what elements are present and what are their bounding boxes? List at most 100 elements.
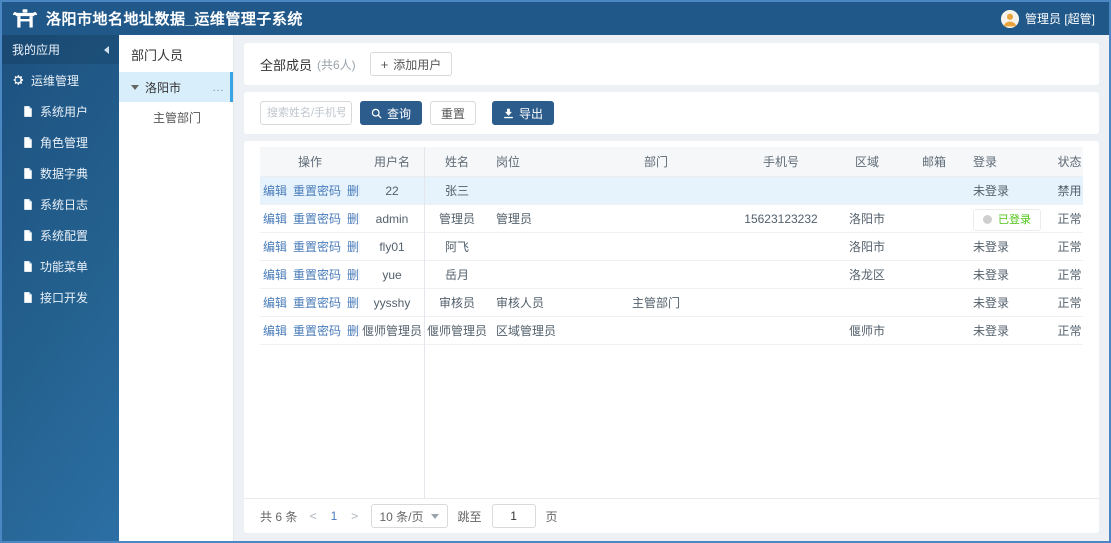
- user-menu[interactable]: 管理员 [超管]: [1000, 9, 1095, 28]
- sidebar: 我的应用 运维管理 系统用户角色管理数据字典系统日志系统配置功能菜单 接口开发: [2, 35, 119, 541]
- ellipsis-icon[interactable]: …: [212, 80, 225, 94]
- cell-dept: [586, 261, 726, 289]
- cell-username: 22: [385, 184, 399, 198]
- reset-password-link[interactable]: 重置密码: [293, 296, 341, 310]
- column-header-name: 姓名: [444, 155, 469, 169]
- column-header-username: 用户名: [373, 155, 410, 169]
- column-header-status: 状态: [1057, 155, 1082, 169]
- reset-password-link[interactable]: 重置密码: [293, 268, 341, 282]
- sidebar-item-function-menu[interactable]: 功能菜单: [2, 251, 119, 282]
- document-icon: [24, 106, 32, 117]
- table-row[interactable]: 编辑重置密码删除 admin 管理员 管理员 15623123232 洛阳市 已…: [260, 205, 1083, 233]
- collapse-arrow-icon[interactable]: [104, 45, 109, 54]
- sidebar-item-label: 系统用户: [40, 105, 89, 119]
- table-header: 操作 用户名 姓名 岗位 部门 手机号 区域 邮箱 登录 状态: [260, 147, 1083, 177]
- cell-email: [898, 317, 970, 345]
- cell-post: 审核人员: [496, 296, 545, 310]
- prev-page-button[interactable]: <: [307, 509, 318, 523]
- cell-actions: 编辑重置密码删除: [260, 177, 360, 205]
- sidebar-item-label: 数据字典: [40, 167, 89, 181]
- cell-login: 已登录: [970, 205, 1056, 233]
- cell-dept: [586, 177, 726, 205]
- users-table-card: 操作用户名姓名岗位部门手机号区域邮箱登录状态 编辑重置密码删除 22 张三 未登…: [244, 141, 1099, 533]
- sidebar-group-ops-management[interactable]: 运维管理: [2, 64, 119, 96]
- cell-dept: [586, 233, 726, 261]
- caret-down-icon[interactable]: [131, 84, 139, 90]
- cell-name: 岳月: [444, 268, 469, 282]
- cell-post: [490, 233, 586, 261]
- cell-dept: 主管部门: [631, 296, 680, 310]
- document-icon: [24, 292, 32, 303]
- table-row[interactable]: 编辑重置密码删除 yysshy 审核员 审核人员 主管部门 未登录 正常: [260, 289, 1083, 317]
- status-dot-icon: [983, 215, 992, 225]
- delete-link[interactable]: 删除: [347, 184, 360, 198]
- sidebar-item-data-dictionary[interactable]: 数据字典: [2, 158, 119, 189]
- reset-button[interactable]: 重置: [430, 101, 477, 125]
- cell-login: 未登录: [973, 184, 1010, 198]
- cell-post: 管理员: [496, 212, 533, 226]
- sidebar-item-system-config[interactable]: 系统配置: [2, 220, 119, 251]
- tree-node-luoyang[interactable]: 洛阳市 …: [119, 72, 233, 102]
- cell-phone: [726, 261, 836, 289]
- delete-link[interactable]: 删除: [347, 212, 360, 226]
- edit-link[interactable]: 编辑: [263, 268, 287, 282]
- next-page-button[interactable]: >: [349, 509, 360, 523]
- page-size-select[interactable]: 10 条/页: [370, 504, 448, 528]
- cell-username: admin: [375, 212, 409, 226]
- total-count: 共 6 条: [260, 509, 298, 524]
- sidebar-item-system-users[interactable]: 系统用户: [2, 96, 119, 127]
- sidebar-apps-header[interactable]: 我的应用: [2, 35, 119, 64]
- members-toolbar: 全部成员 (共6人) + 添加用户: [244, 43, 1099, 85]
- column-header-phone: 手机号: [762, 155, 799, 169]
- edit-link[interactable]: 编辑: [263, 296, 287, 310]
- edit-link[interactable]: 编辑: [263, 184, 287, 198]
- chevron-down-icon: [430, 513, 439, 519]
- table-row[interactable]: 编辑重置密码删除 22 张三 未登录 禁用: [260, 177, 1083, 205]
- current-page[interactable]: 1: [329, 509, 340, 523]
- cell-region: 洛阳市: [848, 240, 885, 254]
- table-body: 编辑重置密码删除 22 张三 未登录 禁用 编辑重置密码删除 admin 管理员…: [260, 177, 1083, 345]
- login-status-text: 已登录: [998, 213, 1031, 226]
- cell-actions: 编辑重置密码删除: [260, 317, 360, 345]
- table-row[interactable]: 编辑重置密码删除 fly01 阿飞 洛阳市 未登录 正常: [260, 233, 1083, 261]
- query-button[interactable]: 查询: [360, 101, 423, 125]
- reset-password-link[interactable]: 重置密码: [293, 324, 341, 338]
- cell-username: 偃师管理员: [361, 324, 422, 338]
- sidebar-item-system-logs[interactable]: 系统日志: [2, 189, 119, 220]
- export-button[interactable]: 导出: [492, 101, 555, 125]
- document-icon: [24, 137, 32, 148]
- main-content: 全部成员 (共6人) + 添加用户 查询 重置: [234, 35, 1109, 541]
- add-user-button[interactable]: + 添加用户: [369, 52, 453, 76]
- delete-link[interactable]: 删除: [347, 296, 360, 310]
- login-status-badge[interactable]: 已登录: [973, 208, 1041, 231]
- edit-link[interactable]: 编辑: [263, 240, 287, 254]
- export-label: 导出: [519, 106, 544, 121]
- cell-post: [490, 177, 586, 205]
- search-input[interactable]: [260, 101, 352, 125]
- tree-node-supervisor-dept[interactable]: 主管部门: [119, 102, 233, 132]
- sidebar-item-api-development[interactable]: 接口开发: [2, 282, 119, 313]
- table-row[interactable]: 编辑重置密码删除 yue 岳月 洛龙区 未登录 正常: [260, 261, 1083, 289]
- cell-phone: [726, 233, 836, 261]
- search-bar: 查询 重置 导出: [244, 92, 1099, 134]
- edit-link[interactable]: 编辑: [263, 212, 287, 226]
- table-row[interactable]: 编辑重置密码删除 偃师管理员 偃师管理员 区域管理员 偃师市 未登录 正常: [260, 317, 1083, 345]
- cell-email: [898, 233, 970, 261]
- cell-status: 正常: [1057, 324, 1082, 338]
- edit-link[interactable]: 编辑: [263, 324, 287, 338]
- sidebar-item-label: 系统配置: [40, 229, 89, 243]
- delete-link[interactable]: 删除: [347, 324, 360, 338]
- search-icon: [371, 108, 382, 119]
- cell-phone: [726, 177, 836, 205]
- reset-password-link[interactable]: 重置密码: [293, 212, 341, 226]
- gear-icon: [13, 75, 24, 85]
- reset-password-link[interactable]: 重置密码: [293, 240, 341, 254]
- delete-link[interactable]: 删除: [347, 268, 360, 282]
- cell-login: 未登录: [973, 324, 1010, 338]
- sidebar-menu: 系统用户角色管理数据字典系统日志系统配置功能菜单 接口开发: [2, 96, 119, 313]
- delete-link[interactable]: 删除: [347, 240, 360, 254]
- reset-password-link[interactable]: 重置密码: [293, 184, 341, 198]
- column-header-region: 区域: [854, 155, 879, 169]
- jump-page-input[interactable]: [491, 504, 536, 528]
- sidebar-item-role-management[interactable]: 角色管理: [2, 127, 119, 158]
